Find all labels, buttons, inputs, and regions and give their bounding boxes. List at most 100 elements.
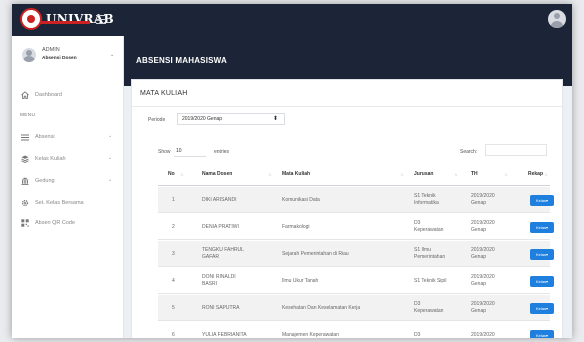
- cell-jurusan-line: Informatika: [414, 200, 439, 206]
- main-content: MATA KULIAH Periode 2019/2020 Genap ⬍ Sh…: [124, 79, 572, 338]
- cell-th-line: 2019/2020: [471, 193, 495, 199]
- kelas-dropdown-button[interactable]: Kelas ▾: [530, 275, 554, 287]
- mata-kuliah-card: MATA KULIAH Periode 2019/2020 Genap ⬍ Sh…: [131, 79, 564, 339]
- sidebar-item-gedung[interactable]: Gedung ⌄: [20, 175, 120, 187]
- cell-mata-kuliah-line: Farmakologi: [282, 223, 310, 230]
- caret-down-icon: ▾: [546, 278, 549, 284]
- card-title: MATA KULIAH: [140, 90, 188, 97]
- cell-jurusan: S1 Teknik Informatika: [414, 193, 439, 207]
- layers-icon: [20, 155, 29, 164]
- kelas-button-label: Kelas: [535, 305, 546, 311]
- kelas-dropdown-button[interactable]: Kelas ▾: [530, 248, 554, 260]
- cell-th-line: 2019/2020: [471, 301, 495, 307]
- column-header-th[interactable]: TH: [471, 171, 478, 177]
- cell-nama-dosen-line: DENIA PRATIWI: [202, 223, 239, 230]
- sidebar-item-absen-qr-code[interactable]: Absen QR Code: [20, 217, 120, 229]
- table-row: 6 YULIA FEBRIANITA Manajemen Keperawatan D3…: [158, 322, 554, 339]
- sidebar: ADMIN Absensi Dosen ⌄ Dashboard MENU Abs…: [12, 36, 124, 338]
- caret-down-icon: ▾: [546, 197, 549, 203]
- cell-nama-dosen-line: YULIA FEBRIANITA: [202, 331, 247, 338]
- column-header-jurusan[interactable]: Jurusan: [414, 171, 433, 177]
- kelas-dropdown-button[interactable]: Kelas ▾: [530, 221, 554, 233]
- kelas-dropdown-button[interactable]: Kelas ▾: [530, 329, 554, 338]
- cell-nama-dosen: DENIA PRATIWI: [202, 224, 239, 231]
- column-header-nama-dosen[interactable]: Nama Dosen: [202, 171, 232, 177]
- sidebar-item-label: Absensi: [35, 134, 55, 140]
- cell-jurusan: D3 Keperawatan: [414, 301, 443, 315]
- sort-icon[interactable]: ↑↓: [180, 172, 184, 177]
- cell-nama-dosen-line: GAFAR: [202, 254, 219, 260]
- sort-icon[interactable]: ↑↓: [268, 172, 272, 177]
- sidebar-item-set-kelas-bersama[interactable]: Set. Kelas Bersama: [20, 197, 120, 209]
- caret-down-icon: ▾: [546, 251, 549, 257]
- column-header-no[interactable]: No: [168, 171, 175, 177]
- column-header-mata-kuliah[interactable]: Mata Kuliah: [282, 171, 310, 177]
- university-seal-icon: [20, 8, 42, 30]
- cell-jurusan: D3 Keperawatan: [414, 220, 443, 234]
- sort-icon[interactable]: ↑↓: [544, 172, 548, 177]
- kelas-button-label: Kelas: [535, 197, 546, 203]
- kelas-button-label: Kelas: [535, 332, 546, 338]
- hamburger-menu-icon[interactable]: [96, 15, 106, 24]
- menu-heading: MENU: [20, 113, 36, 118]
- search-input[interactable]: [485, 144, 547, 156]
- home-icon: [20, 91, 29, 100]
- entries-select[interactable]: 10: [174, 146, 206, 157]
- show-label: Show: [158, 149, 171, 155]
- caret-down-icon: ▾: [546, 332, 549, 338]
- column-header-rekap[interactable]: Rekap: [528, 171, 543, 177]
- cell-th-line: Genap: [471, 308, 487, 314]
- sidebar-item-label: Kelas Kuliah: [35, 156, 66, 162]
- cell-jurusan-line: D3: [414, 220, 421, 226]
- sidebar-item-absensi[interactable]: Absensi ⌄: [20, 131, 120, 143]
- cell-nama-dosen: DIKI ARISANDI: [202, 197, 236, 204]
- user-avatar-icon: [22, 48, 36, 62]
- cell-nama-dosen: DONI RINALDI BASRI: [202, 274, 236, 288]
- user-avatar-icon[interactable]: [548, 10, 566, 28]
- cell-jurusan-line: D3: [414, 301, 421, 307]
- building-icon: [20, 177, 29, 186]
- cell-mata-kuliah: Farmakologi: [282, 224, 310, 231]
- cell-nama-dosen-line: DONI RINALDI: [202, 274, 236, 280]
- sort-icon[interactable]: ↑↓: [400, 172, 404, 177]
- sidebar-item-dashboard[interactable]: Dashboard: [20, 89, 120, 101]
- cell-th-line: Genap: [471, 200, 487, 206]
- sort-icon[interactable]: ↑↓: [454, 172, 458, 177]
- user-name: ADMIN: [42, 47, 60, 53]
- list-icon: [20, 133, 29, 142]
- cell-nama-dosen-line: RONI SAPUTRA: [202, 304, 240, 311]
- table-row: 2 DENIA PRATIWI Farmakologi D3 Keperawatan 20…: [158, 214, 554, 240]
- table-row: 1 DIKI ARISANDI Komunikasi Data S1 Teknik In…: [158, 187, 554, 213]
- cell-jurusan: S1 Ilmu Pemerintahan: [414, 247, 445, 261]
- caret-down-icon: ▾: [546, 224, 549, 230]
- table-header: No ↑↓ Nama Dosen ↑↓ Mata Kuliah ↑↓ Jurus…: [158, 164, 550, 186]
- chevron-down-icon: ⌄: [108, 133, 113, 139]
- cell-th-line: 2019/2020: [471, 247, 495, 253]
- cell-mata-kuliah-line: Ilmu Ukur Tanah: [282, 277, 319, 284]
- cell-th: 2019/2020 Genap: [471, 220, 495, 234]
- period-value: 2019/2020 Genap: [182, 116, 223, 122]
- cell-jurusan-line: Keperawatan: [414, 227, 444, 233]
- kelas-dropdown-button[interactable]: Kelas ▾: [530, 302, 554, 314]
- sidebar-item-kelas-kuliah[interactable]: Kelas Kuliah ⌄: [20, 153, 120, 165]
- cell-th: 2019/2020 Genap: [471, 193, 495, 207]
- cell-nama-dosen-line: TENGKU FAHRUL: [202, 247, 244, 253]
- cell-nama-dosen: RONI SAPUTRA: [202, 305, 240, 312]
- kelas-button-label: Kelas: [535, 251, 546, 257]
- sidebar-user-panel[interactable]: ADMIN Absensi Dosen ⌄: [20, 46, 120, 74]
- cell-nama-dosen-line: BASRI: [202, 281, 218, 287]
- cell-mata-kuliah-line: Kesehatan Dan Keselamatan Kerja: [282, 304, 361, 311]
- cell-no: 3: [172, 250, 175, 257]
- sort-icon[interactable]: ↑↓: [504, 172, 508, 177]
- period-label: Periode: [148, 117, 166, 123]
- cell-jurusan-line: S1 Teknik: [414, 193, 436, 199]
- kelas-dropdown-button[interactable]: Kelas ▾: [530, 194, 554, 206]
- chevron-down-icon: ⌄: [108, 177, 113, 183]
- period-select[interactable]: 2019/2020 Genap ⬍: [177, 113, 285, 125]
- cell-mata-kuliah: Manajemen Keperawatan: [282, 332, 339, 339]
- cell-th: 2019/2020: [471, 332, 495, 339]
- cell-mata-kuliah: Kesehatan Dan Keselamatan Kerja: [282, 305, 360, 312]
- cell-nama-dosen: YULIA FEBRIANITA: [202, 332, 247, 339]
- cell-jurusan-line: S1 Ilmu: [414, 247, 431, 253]
- kelas-button-label: Kelas: [535, 224, 546, 230]
